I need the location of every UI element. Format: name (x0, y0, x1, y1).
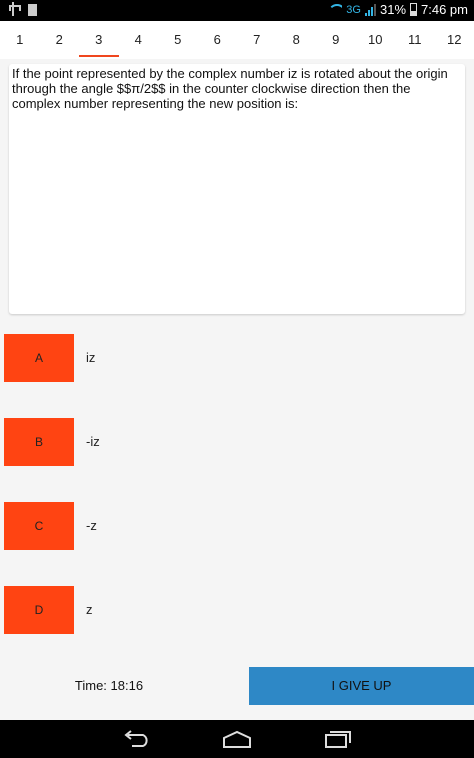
tab-5[interactable]: 5 (158, 21, 198, 59)
status-left (8, 2, 37, 16)
tab-12[interactable]: 12 (435, 21, 474, 59)
tab-8[interactable]: 8 (277, 21, 317, 59)
question-tabs: 1 2 3 4 5 6 7 8 9 10 11 12 (0, 21, 474, 59)
tab-7[interactable]: 7 (237, 21, 277, 59)
option-b-button[interactable]: B (4, 418, 74, 466)
option-b-text: -iz (86, 434, 100, 449)
option-b: B -iz (4, 418, 470, 466)
tab-10[interactable]: 10 (356, 21, 396, 59)
tab-9[interactable]: 9 (316, 21, 356, 59)
give-up-button[interactable]: I GIVE UP (249, 667, 474, 705)
network-type: 3G (346, 3, 361, 16)
sd-card-icon (28, 3, 37, 16)
clock: 7:46 pm (421, 2, 468, 17)
usb-icon (8, 2, 21, 16)
tab-3[interactable]: 3 (79, 21, 119, 59)
status-bar: 3G 31% 7:46 pm (0, 0, 474, 21)
tab-4[interactable]: 4 (119, 21, 159, 59)
option-d-button[interactable]: D (4, 586, 74, 634)
option-a: A iz (4, 334, 470, 382)
option-d-text: z (86, 602, 93, 617)
option-c-button[interactable]: C (4, 502, 74, 550)
option-a-text: iz (86, 350, 96, 365)
tab-6[interactable]: 6 (198, 21, 238, 59)
status-right: 3G 31% 7:46 pm (328, 2, 468, 17)
battery-icon (410, 3, 418, 16)
tab-11[interactable]: 11 (395, 21, 435, 59)
timer-label: Time: 18:16 (74, 678, 144, 693)
option-c: C -z (4, 502, 470, 550)
option-c-text: -z (86, 518, 97, 533)
tab-1[interactable]: 1 (0, 21, 40, 59)
option-d: D z (4, 586, 470, 634)
home-icon[interactable] (222, 730, 252, 748)
navigation-bar (0, 720, 474, 758)
question-text: If the point represented by the complex … (12, 66, 448, 111)
battery-percent: 31% (379, 2, 407, 17)
recents-icon[interactable] (324, 730, 352, 748)
tab-2[interactable]: 2 (40, 21, 80, 59)
wifi-icon (328, 3, 343, 16)
signal-icon (364, 3, 376, 16)
question-card: If the point represented by the complex … (9, 64, 465, 314)
back-icon[interactable] (121, 730, 151, 748)
option-a-button[interactable]: A (4, 334, 74, 382)
